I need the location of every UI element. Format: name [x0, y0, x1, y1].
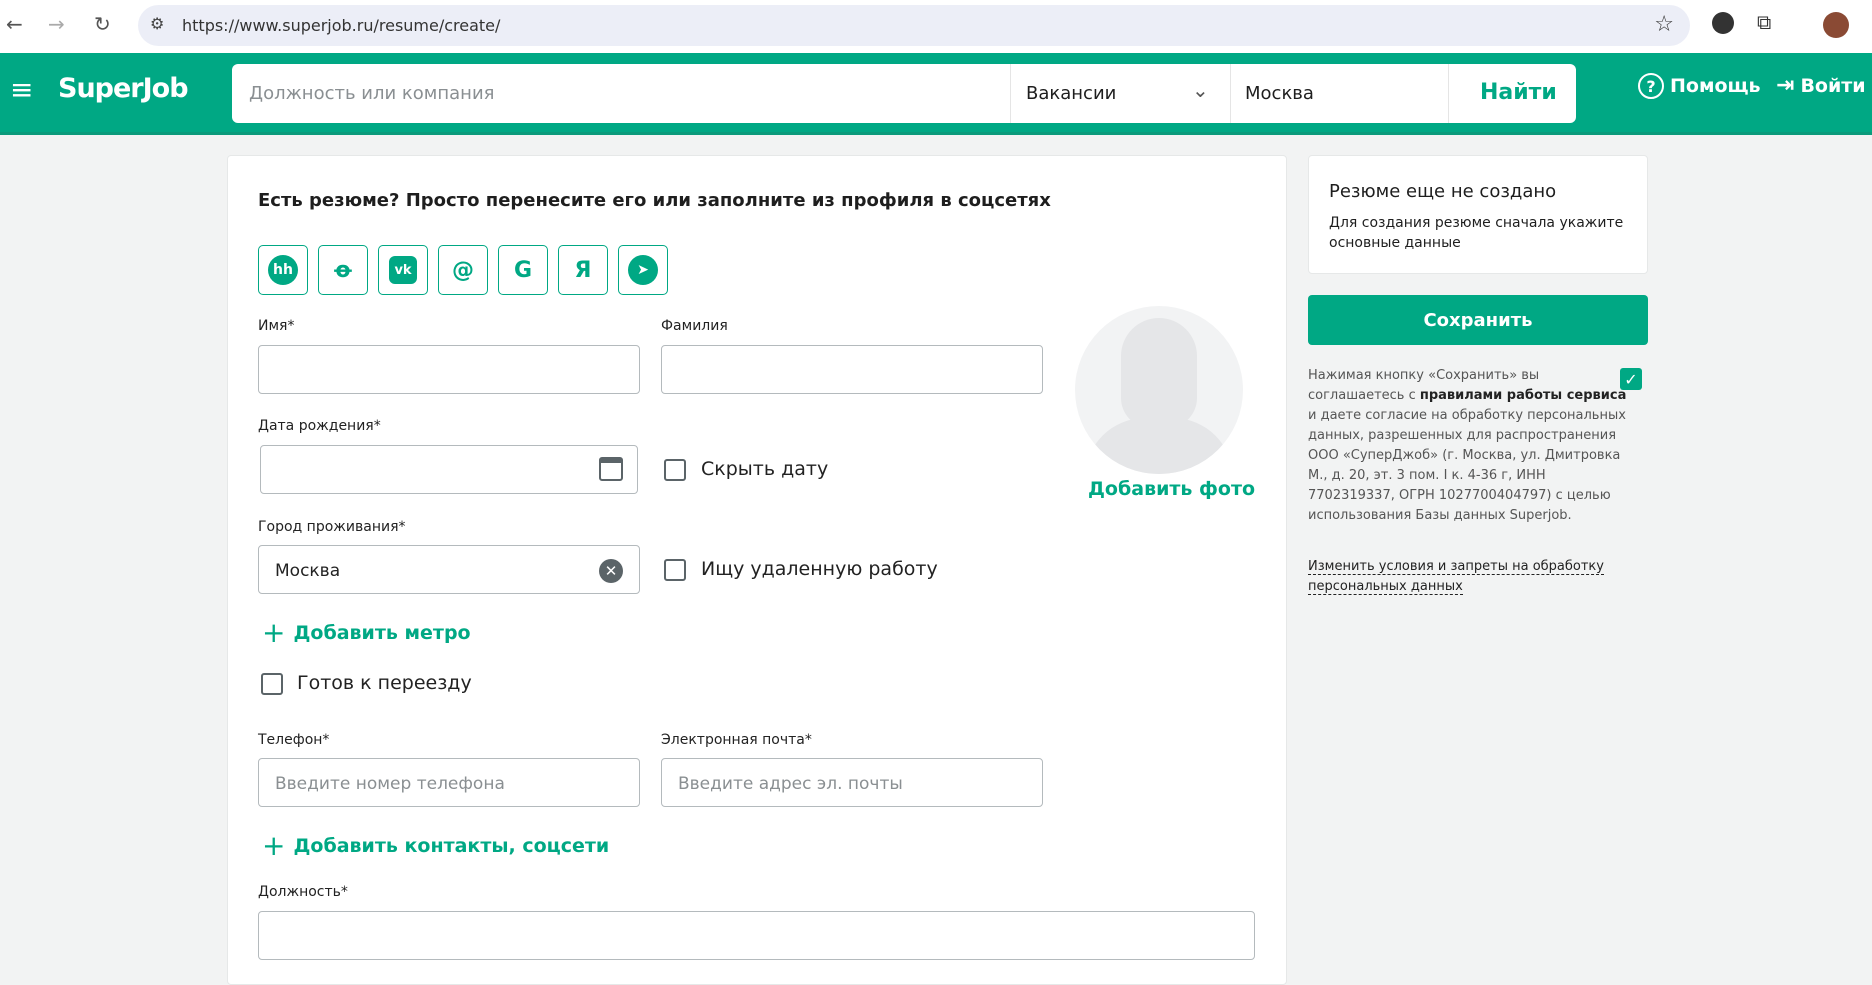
add-metro-label: Добавить метро [293, 622, 471, 644]
logo[interactable]: SuperJob [58, 73, 189, 104]
import-title: Есть резюме? Просто перенесите его или з… [258, 190, 1051, 211]
login-icon: ⇥ [1776, 73, 1795, 98]
odnoklassniki-icon: ꝋ [334, 257, 352, 283]
plus-icon: + [262, 829, 286, 862]
rules-link[interactable]: правилами работы сервиса [1420, 388, 1627, 403]
email-placeholder: Введите адрес эл. почты [678, 774, 903, 794]
address-bar[interactable]: ⚙ https://www.superjob.ru/resume/create/… [138, 5, 1690, 46]
help-label: Помощь [1670, 75, 1761, 97]
vk-button[interactable]: vk [378, 245, 428, 295]
hh-button[interactable]: hh [258, 245, 308, 295]
back-icon[interactable]: ← [6, 12, 23, 36]
phone-placeholder: Введите номер телефона [275, 774, 505, 794]
consent-text: Нажимая кнопку «Сохранить» вы соглашаете… [1308, 366, 1628, 526]
search-input[interactable]: Должность или компания [249, 83, 494, 104]
search-bar: Должность или компания Вакансии ⌄ Москва… [232, 64, 1576, 123]
star-icon[interactable]: ☆ [1654, 12, 1674, 37]
forward-icon[interactable]: → [48, 12, 65, 36]
plus-icon: + [262, 616, 286, 649]
hh-icon: hh [268, 255, 298, 285]
status-text: Для создания резюме сначала укажите осно… [1329, 215, 1624, 251]
help-link[interactable]: ? Помощь [1638, 73, 1761, 99]
login-link[interactable]: ⇥ Войти [1776, 73, 1866, 98]
resume-status-card: Резюме еще не создано Для создания резюм… [1308, 155, 1648, 274]
yandex-button[interactable]: Я [558, 245, 608, 295]
avatar-silhouette-icon [1121, 318, 1197, 428]
add-contacts-label: Добавить контакты, соцсети [293, 835, 610, 857]
site-header: ≡ SuperJob Должность или компания Ваканс… [0, 53, 1872, 135]
type-select[interactable]: Вакансии [1026, 83, 1116, 104]
hide-date-label: Скрыть дату [701, 458, 829, 480]
last-name-label: Фамилия [661, 318, 728, 334]
email-label: Электронная почта* [661, 732, 812, 748]
birth-date-input[interactable] [260, 445, 638, 494]
first-name-input[interactable] [258, 345, 640, 394]
birth-date-label: Дата рождения* [258, 418, 381, 434]
add-contacts-button[interactable]: + Добавить контакты, соцсети [262, 829, 610, 862]
google-icon: G [513, 257, 533, 283]
google-button[interactable]: G [498, 245, 548, 295]
position-input[interactable] [258, 911, 1255, 960]
browser-toolbar: ← → ↻ ⚙ https://www.superjob.ru/resume/c… [0, 0, 1872, 53]
relocate-checkbox[interactable] [261, 673, 283, 695]
save-button[interactable]: Сохранить [1308, 295, 1648, 345]
calendar-icon[interactable] [599, 457, 623, 481]
menu-icon[interactable]: ≡ [10, 73, 33, 106]
remote-label: Ищу удаленную работу [701, 558, 938, 580]
city-label: Город проживания* [258, 519, 406, 535]
find-button[interactable]: Найти [1480, 80, 1557, 105]
change-terms-label: Изменить условия и запреты на обработку … [1308, 559, 1604, 595]
ok-button[interactable]: ꝋ [318, 245, 368, 295]
site-settings-icon[interactable]: ⚙ [150, 14, 164, 33]
email-input[interactable]: Введите адрес эл. почты [661, 758, 1043, 807]
social-import-buttons: hh ꝋ vk @ G Я ➤ [258, 245, 668, 295]
telegram-button[interactable]: ➤ [618, 245, 668, 295]
add-metro-button[interactable]: + Добавить метро [262, 616, 471, 649]
consent-checkbox[interactable]: ✓ [1620, 368, 1642, 390]
city-input[interactable]: Москва [1245, 83, 1314, 104]
vk-icon: vk [389, 256, 417, 284]
phone-input[interactable]: Введите номер телефона [258, 758, 640, 807]
city-field[interactable]: Москва ✕ [258, 545, 640, 594]
reload-icon[interactable]: ↻ [94, 12, 111, 36]
extension-icon[interactable] [1712, 12, 1734, 34]
mail-icon: @ [452, 257, 474, 283]
login-label: Войти [1800, 74, 1866, 97]
profile-avatar[interactable] [1823, 12, 1849, 38]
consent-part-2: и даете согласие на обработку персональн… [1308, 408, 1626, 523]
url-text: https://www.superjob.ru/resume/create/ [182, 16, 501, 35]
add-photo-link[interactable]: Добавить фото [1088, 478, 1255, 500]
telegram-icon: ➤ [628, 255, 658, 285]
first-name-label: Имя* [258, 318, 295, 334]
help-icon: ? [1638, 73, 1664, 99]
clear-icon[interactable]: ✕ [599, 559, 623, 583]
city-value: Москва [275, 561, 341, 581]
hide-date-checkbox[interactable] [664, 459, 686, 481]
phone-label: Телефон* [258, 732, 330, 748]
photo-placeholder[interactable] [1075, 306, 1243, 474]
position-label: Должность* [258, 884, 348, 900]
mail-button[interactable]: @ [438, 245, 488, 295]
remote-checkbox[interactable] [664, 559, 686, 581]
change-terms-link[interactable]: Изменить условия и запреты на обработку … [1308, 557, 1628, 597]
yandex-icon: Я [574, 257, 592, 283]
status-title: Резюме еще не создано [1329, 181, 1557, 202]
last-name-input[interactable] [661, 345, 1043, 394]
relocate-label: Готов к переезду [297, 672, 472, 694]
chevron-down-icon: ⌄ [1192, 78, 1209, 102]
puzzle-icon[interactable]: ⧉ [1757, 10, 1771, 34]
